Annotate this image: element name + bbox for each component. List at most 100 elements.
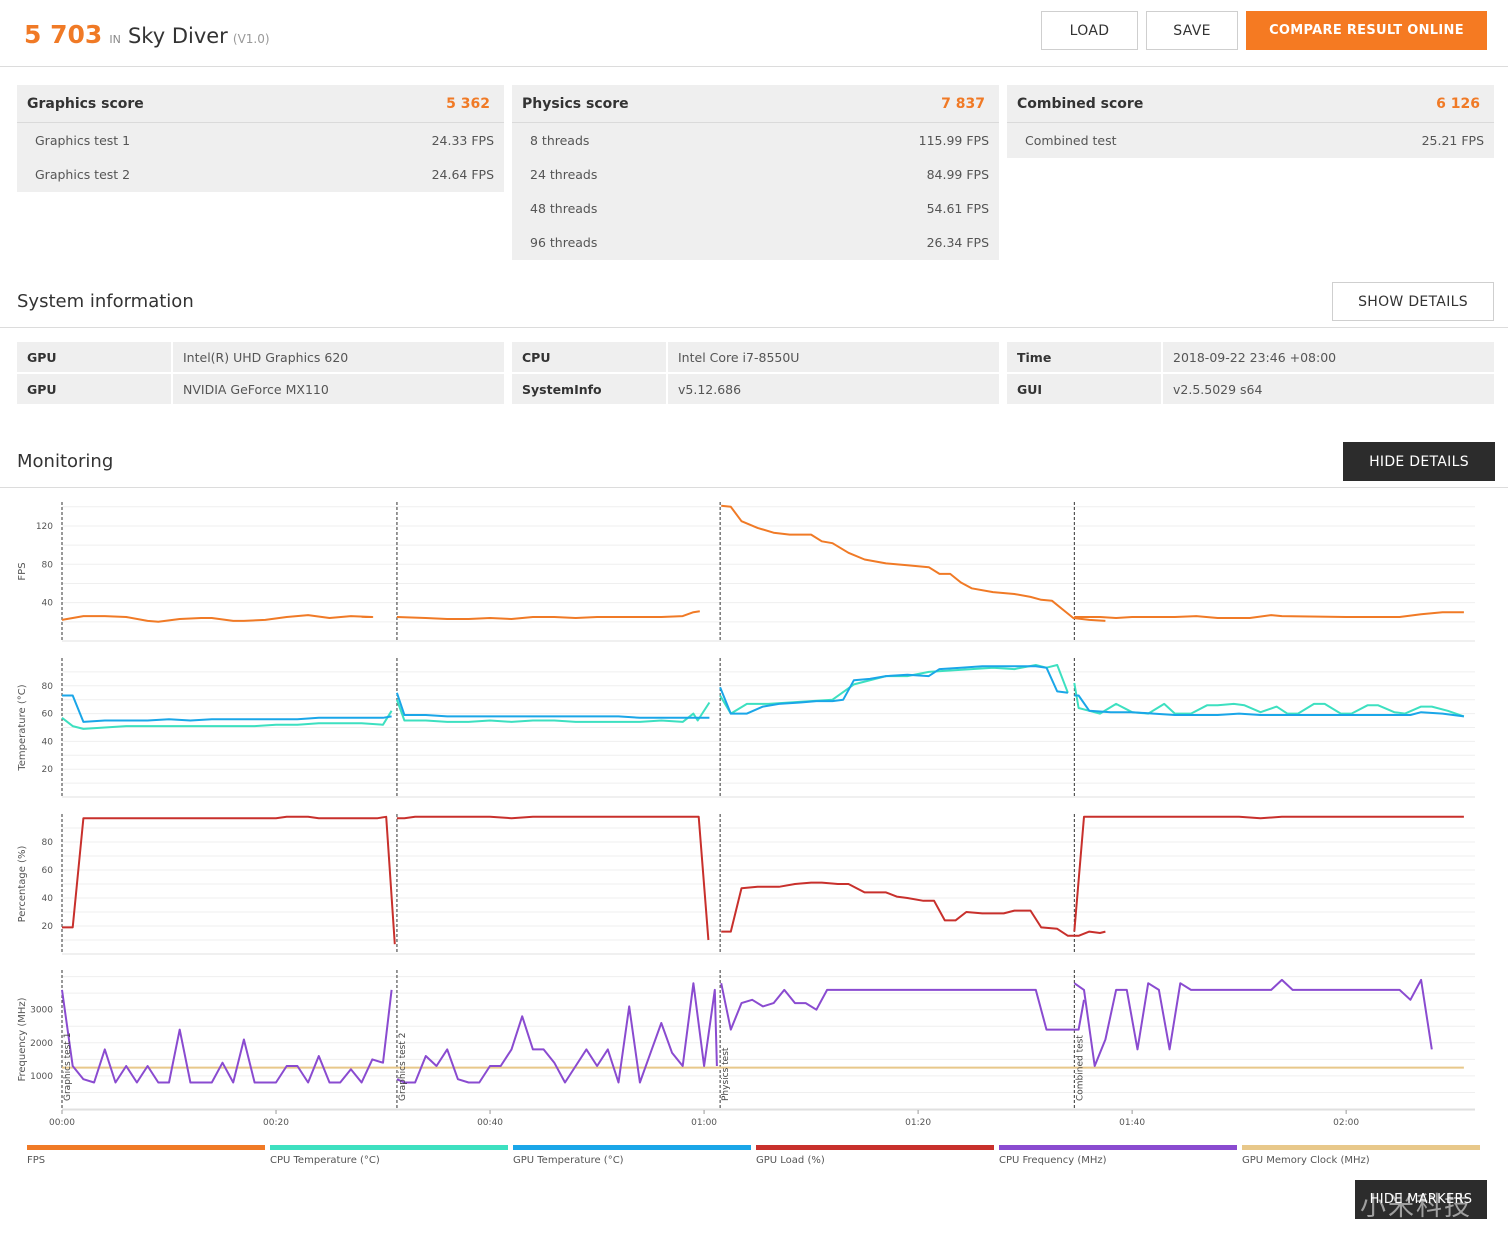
score-row: 24 threads 84.99 FPS	[512, 157, 999, 191]
monitoring-title: Monitoring	[17, 451, 114, 472]
x-tick-label: 00:00	[49, 1118, 75, 1128]
info-value: Intel Core i7-8550U	[668, 342, 999, 372]
legend-label: GPU Load (%)	[756, 1155, 825, 1166]
result-header: 5 703 IN Sky Diver (V1.0) LOAD SAVE COMP…	[0, 0, 1508, 67]
cpu_temp-series-line	[719, 664, 1069, 715]
score-row: Graphics test 2 24.64 FPS	[17, 157, 504, 191]
test-marker-label: Graphics test 2	[398, 1033, 408, 1101]
y-tick-label: 60	[42, 710, 54, 720]
score-row: 8 threads 115.99 FPS	[512, 123, 999, 157]
fps-series-line	[721, 504, 1106, 622]
x-tick-label: 00:40	[477, 1118, 503, 1128]
divider	[0, 327, 1508, 328]
system-info-time-block: Time 2018-09-22 23:46 +08:00 GUI v2.5.50…	[1007, 342, 1494, 404]
combined-score-panel: Combined score 6 126 Combined test 25.21 …	[1007, 85, 1494, 158]
physics-score-panel: Physics score 7 837 8 threads 115.99 FPS …	[512, 85, 999, 260]
x-tick-label: 01:20	[905, 1118, 931, 1128]
row-label: Graphics test 1	[35, 132, 131, 148]
x-tick-label: 01:00	[691, 1118, 717, 1128]
score-row: Combined test 25.21 FPS	[1007, 123, 1494, 157]
info-value: v5.12.686	[668, 374, 999, 404]
row-value: 115.99 FPS	[918, 132, 989, 148]
save-button[interactable]: SAVE	[1146, 11, 1238, 50]
y-tick-label: 20	[42, 765, 54, 775]
compare-result-online-button[interactable]: COMPARE RESULT ONLINE	[1246, 11, 1487, 50]
gpu_temp-series-line	[395, 692, 710, 719]
show-details-button[interactable]: SHOW DETAILS	[1332, 282, 1494, 321]
x-tick-label: 02:00	[1333, 1118, 1359, 1128]
benchmark-version: (V1.0)	[232, 32, 270, 46]
y-tick-label: 20	[42, 922, 54, 932]
info-value: Intel(R) UHD Graphics 620	[173, 342, 504, 372]
row-value: 26.34 FPS	[926, 234, 989, 250]
graphics-score-value: 5 362	[446, 95, 490, 112]
y-tick-label: 60	[42, 866, 54, 876]
overall-score: 5 703	[24, 20, 103, 49]
legend-swatch-cpu_freq[interactable]	[999, 1145, 1237, 1150]
fps-series-line	[1074, 611, 1464, 619]
gpu_load-series-line	[721, 881, 1106, 937]
physics-score-header: Physics score 7 837	[512, 85, 999, 123]
system-info-cpu-block: CPU Intel Core i7-8550U SystemInfo v5.12…	[512, 342, 999, 404]
cpu_temp-series-line	[395, 699, 711, 723]
cpu_freq-series-line	[396, 982, 718, 1084]
row-value: 54.61 FPS	[926, 200, 989, 216]
test-marker-label: Graphics test 1	[63, 1033, 73, 1101]
y-axis-label: FPS	[17, 562, 28, 580]
info-value: 2018-09-22 23:46 +08:00	[1163, 342, 1494, 372]
row-value: 25.21 FPS	[1421, 132, 1484, 148]
divider	[0, 487, 1508, 488]
info-value: NVIDIA GeForce MX110	[173, 374, 504, 404]
info-key: Time	[1007, 342, 1161, 372]
row-label: 96 threads	[530, 234, 598, 250]
row-value: 24.33 FPS	[431, 132, 494, 148]
y-tick-label: 120	[36, 522, 53, 532]
score-row: 96 threads 26.34 FPS	[512, 225, 999, 259]
row-label: Combined test	[1025, 132, 1117, 148]
y-tick-label: 40	[42, 894, 54, 904]
legend-label: GPU Temperature (°C)	[513, 1155, 624, 1166]
y-axis-label: Temperature (°C)	[17, 684, 28, 771]
combined-score-value: 6 126	[1436, 95, 1480, 112]
graphics-score-panel: Graphics score 5 362 Graphics test 1 24.3…	[17, 85, 504, 192]
legend-swatch-gpu_load[interactable]	[756, 1145, 994, 1150]
legend-label: CPU Frequency (MHz)	[999, 1155, 1107, 1166]
physics-score-value: 7 837	[941, 95, 985, 112]
legend-label: GPU Memory Clock (MHz)	[1242, 1155, 1370, 1166]
benchmark-name: Sky Diver	[127, 24, 228, 48]
info-key: GPU	[17, 342, 171, 372]
info-key: GPU	[17, 374, 171, 404]
y-tick-label: 40	[42, 599, 54, 609]
y-axis-label: Frequency (MHz)	[17, 997, 28, 1081]
row-value: 84.99 FPS	[926, 166, 989, 182]
row-label: 48 threads	[530, 200, 598, 216]
cpu_freq-series-line	[61, 989, 393, 1084]
hide-markers-button[interactable]: HIDE MARKERS	[1355, 1180, 1487, 1219]
score-row: Graphics test 1 24.33 FPS	[17, 123, 504, 157]
gpu_temp-series-line	[62, 694, 392, 723]
gpu_load-series-line	[62, 815, 396, 945]
info-key: SystemInfo	[512, 374, 666, 404]
combined-score-header: Combined score 6 126	[1007, 85, 1494, 123]
test-marker-label: Physics test	[721, 1047, 731, 1101]
fps-series-line	[61, 614, 374, 623]
legend-swatch-gpu_mem[interactable]	[1242, 1145, 1480, 1150]
gpu_temp-series-line	[719, 665, 1069, 715]
y-tick-label: 2000	[30, 1039, 53, 1049]
hide-details-button[interactable]: HIDE DETAILS	[1343, 442, 1495, 481]
legend-swatch-cpu_temp[interactable]	[270, 1145, 508, 1150]
gpu_load-series-line	[1073, 815, 1464, 932]
physics-score-title: Physics score	[522, 95, 629, 112]
in-label: IN	[109, 33, 121, 46]
legend-swatch-fps[interactable]	[27, 1145, 265, 1150]
cpu_freq-series-line	[720, 982, 1085, 1031]
fps-series-line	[396, 610, 700, 620]
cpu_temp-series-line	[1073, 682, 1465, 718]
gpu_load-series-line	[396, 815, 710, 941]
y-tick-label: 80	[42, 682, 54, 692]
graphics-score-title: Graphics score	[27, 95, 144, 112]
y-axis-label: Percentage (%)	[17, 846, 28, 923]
x-tick-label: 01:40	[1119, 1118, 1145, 1128]
load-button[interactable]: LOAD	[1041, 11, 1138, 50]
legend-swatch-gpu_temp[interactable]	[513, 1145, 751, 1150]
